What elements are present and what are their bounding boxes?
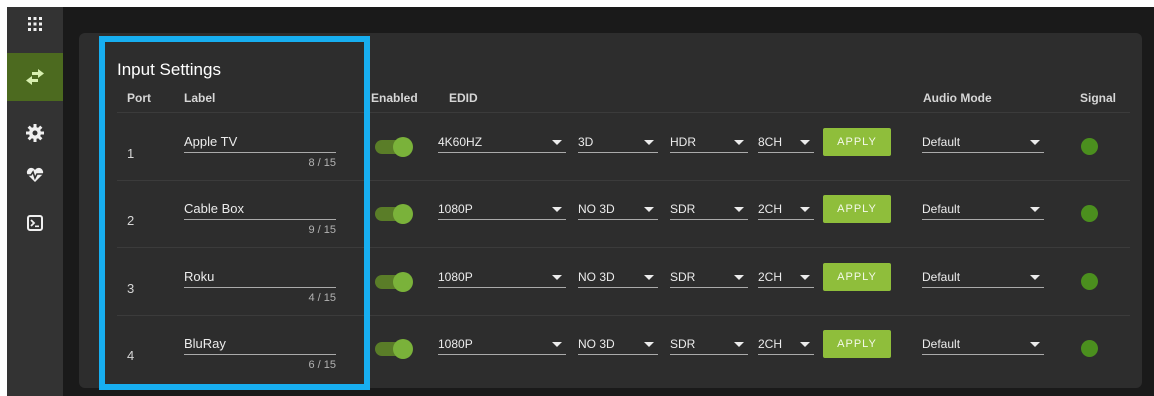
chevron-down-icon bbox=[552, 140, 562, 145]
label-input[interactable]: BluRay bbox=[184, 335, 336, 355]
chevron-down-icon bbox=[644, 207, 654, 212]
page-title: Input Settings bbox=[117, 60, 221, 79]
edid-3d-select[interactable]: NO 3D bbox=[578, 268, 658, 288]
port-number: 2 bbox=[127, 213, 135, 228]
apply-button[interactable]: APPLY bbox=[823, 263, 891, 291]
enabled-toggle[interactable] bbox=[375, 272, 413, 292]
chevron-down-icon bbox=[1030, 140, 1040, 145]
edid-resolution-select[interactable]: 1080P bbox=[438, 200, 566, 220]
chevron-down-icon bbox=[800, 140, 810, 145]
swap-arrows-icon bbox=[26, 69, 44, 85]
edid-hdr-select[interactable]: SDR bbox=[670, 200, 748, 220]
audio-mode-select[interactable]: Default bbox=[922, 200, 1044, 220]
row-divider bbox=[117, 315, 1130, 316]
label-input[interactable]: Cable Box bbox=[184, 200, 336, 220]
apply-button[interactable]: APPLY bbox=[823, 195, 891, 223]
char-counter: 8 / 15 bbox=[308, 157, 336, 169]
port-number: 3 bbox=[127, 281, 135, 296]
chevron-down-icon bbox=[734, 140, 744, 145]
header-label: Label bbox=[184, 91, 216, 105]
enabled-toggle[interactable] bbox=[375, 339, 413, 359]
chevron-down-icon bbox=[1030, 342, 1040, 347]
sidebar-item-settings[interactable] bbox=[7, 109, 63, 157]
chevron-down-icon bbox=[552, 342, 562, 347]
port-number: 1 bbox=[127, 146, 135, 161]
edid-hdr-select[interactable]: SDR bbox=[670, 335, 748, 355]
signal-indicator bbox=[1081, 138, 1098, 155]
row-divider bbox=[117, 247, 1130, 248]
apply-button[interactable]: APPLY bbox=[823, 128, 891, 156]
header-port: Port bbox=[127, 91, 151, 105]
sidebar-item-apps[interactable] bbox=[7, 7, 63, 41]
chevron-down-icon bbox=[1030, 275, 1040, 280]
chevron-down-icon bbox=[552, 207, 562, 212]
apply-button[interactable]: APPLY bbox=[823, 330, 891, 358]
row-divider bbox=[117, 180, 1130, 181]
edid-resolution-select[interactable]: 1080P bbox=[438, 335, 566, 355]
audio-mode-select[interactable]: Default bbox=[922, 335, 1044, 355]
sidebar-item-health[interactable] bbox=[7, 151, 63, 199]
header-edid: EDID bbox=[449, 91, 478, 105]
enabled-toggle[interactable] bbox=[375, 137, 413, 157]
terminal-icon bbox=[27, 215, 43, 231]
heartbeat-icon bbox=[26, 167, 44, 182]
row-divider bbox=[117, 112, 1130, 113]
audio-mode-select[interactable]: Default bbox=[922, 268, 1044, 288]
char-counter: 9 / 15 bbox=[308, 224, 336, 236]
chevron-down-icon bbox=[644, 140, 654, 145]
signal-indicator bbox=[1081, 205, 1098, 222]
chevron-down-icon bbox=[800, 342, 810, 347]
chevron-down-icon bbox=[734, 342, 744, 347]
char-counter: 6 / 15 bbox=[308, 359, 336, 371]
edid-resolution-select[interactable]: 1080P bbox=[438, 268, 566, 288]
edid-hdr-select[interactable]: HDR bbox=[670, 133, 748, 153]
edid-channels-select[interactable]: 2CH bbox=[758, 335, 814, 355]
edid-channels-select[interactable]: 2CH bbox=[758, 200, 814, 220]
chevron-down-icon bbox=[800, 207, 810, 212]
header-enabled: Enabled bbox=[371, 91, 418, 105]
edid-3d-select[interactable]: NO 3D bbox=[578, 335, 658, 355]
chevron-down-icon bbox=[552, 275, 562, 280]
signal-indicator bbox=[1081, 340, 1098, 357]
chevron-down-icon bbox=[644, 275, 654, 280]
edid-channels-select[interactable]: 8CH bbox=[758, 133, 814, 153]
port-number: 4 bbox=[127, 348, 135, 363]
header-audio-mode: Audio Mode bbox=[923, 91, 992, 105]
enabled-toggle[interactable] bbox=[375, 204, 413, 224]
edid-3d-select[interactable]: NO 3D bbox=[578, 200, 658, 220]
chevron-down-icon bbox=[1030, 207, 1040, 212]
sidebar-item-console[interactable] bbox=[7, 199, 63, 247]
chevron-down-icon bbox=[800, 275, 810, 280]
label-input[interactable]: Roku bbox=[184, 268, 336, 288]
edid-resolution-select[interactable]: 4K60HZ bbox=[438, 133, 566, 153]
grid-icon bbox=[28, 17, 42, 31]
char-counter: 4 / 15 bbox=[308, 292, 336, 304]
edid-hdr-select[interactable]: SDR bbox=[670, 268, 748, 288]
header-signal: Signal bbox=[1080, 91, 1117, 105]
gear-icon bbox=[26, 124, 44, 142]
chevron-down-icon bbox=[734, 275, 744, 280]
chevron-down-icon bbox=[644, 342, 654, 347]
chevron-down-icon bbox=[734, 207, 744, 212]
audio-mode-select[interactable]: Default bbox=[922, 133, 1044, 153]
sidebar-item-inputs[interactable] bbox=[7, 53, 63, 101]
label-input[interactable]: Apple TV bbox=[184, 133, 336, 153]
edid-channels-select[interactable]: 2CH bbox=[758, 268, 814, 288]
signal-indicator bbox=[1081, 273, 1098, 290]
sidebar bbox=[7, 7, 63, 396]
edid-3d-select[interactable]: 3D bbox=[578, 133, 658, 153]
